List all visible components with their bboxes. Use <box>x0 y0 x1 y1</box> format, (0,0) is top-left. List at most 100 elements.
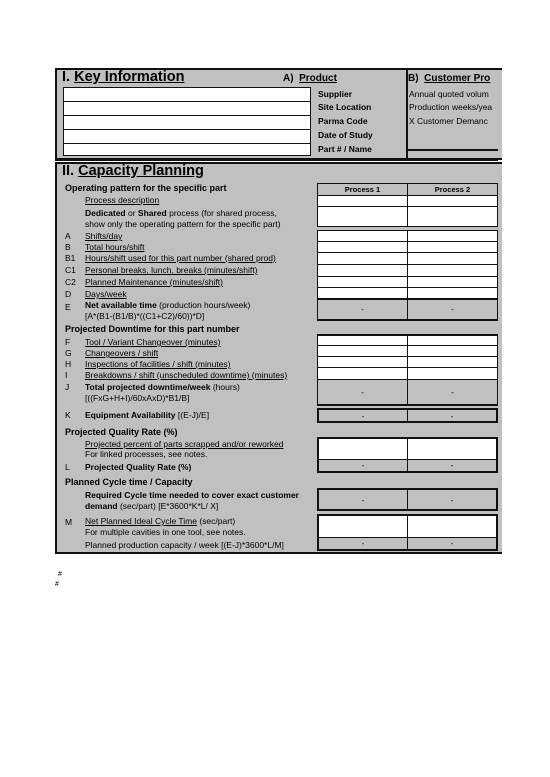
net-cycle-label: Net Planned Ideal Cycle Time (sec/part) <box>85 516 235 527</box>
key-info-field[interactable] <box>64 102 310 116</box>
capacity-prefix: II. <box>62 163 75 179</box>
code-e: E <box>65 302 71 312</box>
annual-volume-label: Annual quoted volum <box>409 89 489 99</box>
key-info-title: I. Key Information <box>62 69 184 85</box>
code-c2: C2 <box>65 277 76 287</box>
days-week-input-2[interactable] <box>407 287 498 299</box>
part-name-label: Part # / Name <box>318 144 372 154</box>
net-available-time-value-1: - <box>317 299 408 321</box>
key-info-fields <box>63 87 311 156</box>
customer-title: B) Customer Pro <box>408 73 498 84</box>
or-text: or <box>125 208 138 218</box>
production-weeks-label: Production weeks/yea <box>409 102 493 112</box>
dedicated-shared-input-1[interactable] <box>317 206 408 227</box>
code-b1: B1 <box>65 253 76 263</box>
net-time-bold: Net available time <box>85 300 157 310</box>
days-week-label: Days/week <box>85 289 127 299</box>
quality-rate-value-1: - <box>317 459 408 473</box>
code-h: H <box>65 359 72 369</box>
planned-capacity-value-2: - <box>407 537 498 551</box>
net-cycle-input-1[interactable] <box>317 514 408 538</box>
code-d: D <box>65 289 72 299</box>
key-info-field[interactable] <box>64 130 310 144</box>
divider <box>406 149 498 151</box>
total-downtime-value-1: - <box>317 379 408 406</box>
net-time-formula: [A*(B1-(B1/B)*((C1+C2)/60))*D] <box>85 311 205 321</box>
code-b: B <box>65 242 71 252</box>
scrap-percent-input-2[interactable] <box>407 437 498 460</box>
shared-text: Shared <box>137 208 167 218</box>
required-cycle-label: Required Cycle time needed to cover exac… <box>85 490 299 500</box>
downtime-heading: Projected Downtime for this part number <box>65 324 240 334</box>
scrap-note: For linked processes, see notes. <box>85 449 208 459</box>
code-i: I <box>65 370 68 380</box>
key-info-field[interactable] <box>64 116 310 130</box>
demand-bold: demand <box>85 501 118 511</box>
customer-demand-label: X Customer Demanc <box>409 116 488 126</box>
code-f: F <box>65 337 71 347</box>
quality-heading: Projected Quality Rate (%) <box>65 427 178 437</box>
customer-title-text: Customer Pro <box>424 73 491 84</box>
code-a: A <box>65 231 71 241</box>
code-g: G <box>65 348 72 358</box>
days-week-input-1[interactable] <box>317 287 408 299</box>
operating-pattern-heading: Operating pattern for the specific part <box>65 183 227 193</box>
supplier-label: Supplier <box>318 89 353 99</box>
net-available-time-label: Net available time (production hours/wee… <box>85 300 250 311</box>
process-description-label: Process description <box>85 195 160 205</box>
capacity-title: II. Capacity Planning <box>62 163 204 179</box>
net-time-unit: (production hours/week) <box>156 300 251 310</box>
quality-rate-value-2: - <box>407 459 498 473</box>
dedicated-shared-input-2[interactable] <box>407 206 498 227</box>
product-prefix: A) <box>283 73 294 84</box>
quality-rate-label: Projected Quality Rate (%) <box>85 462 192 472</box>
date-of-study-label: Date of Study <box>318 130 373 140</box>
tool-changeover-label: Tool / Variant Changeover (minutes) <box>85 337 221 347</box>
personal-breaks-label: Personal breaks, lunch, breaks (minutes/… <box>85 265 258 275</box>
product-title-text: Product <box>299 73 337 84</box>
equipment-availability-value-2: - <box>407 408 498 423</box>
equipment-availability-value-1: - <box>317 408 408 423</box>
shared-note: process (for shared process, <box>166 208 277 218</box>
net-cycle-text: Net Planned Ideal Cycle Time <box>85 516 197 526</box>
code-j: J <box>65 382 70 392</box>
net-cycle-unit: (sec/part) <box>196 516 236 526</box>
code-k: K <box>65 410 71 420</box>
capacity-title-text: Capacity Planning <box>78 163 204 179</box>
availability-formula: [(E-J)/E] <box>175 410 210 420</box>
planned-capacity-label: Planned production capacity / week [(E-J… <box>85 540 284 550</box>
key-info-field[interactable] <box>64 144 310 157</box>
hours-shift-part-label: Hours/shift used for this part number (s… <box>85 253 276 263</box>
inspections-label: Inspections of facilities / shift (minut… <box>85 359 231 369</box>
title-text: Key Information <box>74 69 185 85</box>
dedicated-text: Dedicated <box>85 208 126 218</box>
dedicated-shared-label: Dedicated or Shared process (for shared … <box>85 208 277 219</box>
total-downtime-label: Total projected downtime/week (hours) <box>85 382 240 393</box>
code-l: L <box>65 462 70 472</box>
parma-code-label: Parma Code <box>318 116 368 126</box>
net-cycle-note: For multiple cavities in one tool, see n… <box>85 527 246 537</box>
site-location-label: Site Location <box>318 102 372 112</box>
equipment-availability-label: Equipment Availability [(E-J)/E] <box>85 410 209 421</box>
overflow-mark: # <box>55 581 59 588</box>
net-cycle-input-2[interactable] <box>407 514 498 538</box>
total-downtime-unit: (hours) <box>210 382 240 392</box>
total-hours-shift-label: Total hours/shift <box>85 242 145 252</box>
cycle-heading: Planned Cycle time / Capacity <box>65 477 193 487</box>
customer-prefix: B) <box>408 73 419 84</box>
dedicated-shared-note: show only the operating pattern for the … <box>85 219 281 229</box>
breakdowns-label: Breakdowns / shift (unscheduled downtime… <box>85 370 288 380</box>
planned-maintenance-label: Planned Maintenance (minutes/shift) <box>85 277 223 287</box>
availability-bold: Equipment Availability <box>85 410 176 420</box>
demand-formula: (sec/part) [E*3600*K*L/ X] <box>117 501 219 511</box>
net-available-time-value-2: - <box>407 299 498 321</box>
planned-capacity-value-1: - <box>317 537 408 551</box>
shifts-per-day-label: Shifts/day <box>85 231 123 241</box>
key-info-field[interactable] <box>64 88 310 102</box>
code-c1: C1 <box>65 265 76 275</box>
changeovers-shift-label: Changeovers / shift <box>85 348 159 358</box>
total-downtime-bold: Total projected downtime/week <box>85 382 211 392</box>
scrap-percent-input-1[interactable] <box>317 437 408 460</box>
section-divider <box>55 159 498 161</box>
product-title: A) Product <box>283 73 337 84</box>
